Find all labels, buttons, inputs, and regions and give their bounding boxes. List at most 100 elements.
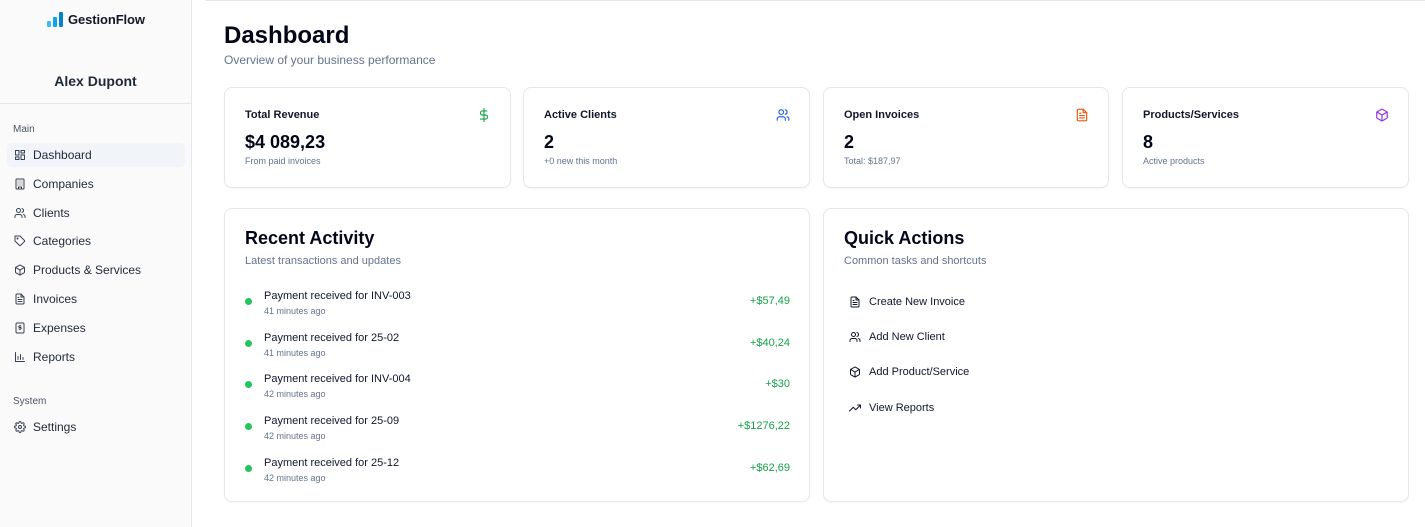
recent-activity-panel: Recent Activity Latest transactions and …: [224, 208, 810, 502]
list-item: Payment received for INV-004 42 minutes …: [245, 372, 790, 414]
sidebar: GestionFlow Alex Dupont Main Dashboard C…: [0, 0, 192, 527]
activity-list: Payment received for INV-003 41 minutes …: [245, 289, 790, 497]
activity-amount: +$40,24: [749, 336, 790, 349]
activity-amount: +$57,49: [749, 295, 790, 307]
page-subtitle: Overview of your business performance: [224, 53, 436, 67]
receipt-icon: [15, 322, 25, 334]
stat-note: +0 new this month: [544, 156, 618, 166]
trending-up-icon: [849, 404, 861, 412]
system-nav: Settings: [7, 415, 185, 444]
sidebar-item-label: Invoices: [33, 291, 78, 306]
status-dot-icon: [245, 464, 252, 472]
stat-card-clients: Active Clients 2 +0 new this month: [523, 87, 810, 188]
activity-time: 41 minutes ago: [264, 347, 326, 358]
add-product-button[interactable]: Add Product/Service: [849, 363, 969, 382]
sidebar-item-settings[interactable]: Settings: [7, 415, 185, 439]
section-label-system: System: [13, 396, 47, 407]
sidebar-item-label: Clients: [33, 205, 70, 220]
sidebar-item-clients[interactable]: Clients: [7, 201, 185, 225]
action-label: View Reports: [869, 401, 935, 414]
stat-card-products: Products/Services 8 Active products: [1122, 87, 1409, 188]
action-label: Create New Invoice: [869, 295, 965, 308]
main-nav: Dashboard Companies Clients Categories P…: [7, 143, 185, 373]
sidebar-item-companies[interactable]: Companies: [7, 172, 185, 196]
panel-subtitle: Common tasks and shortcuts: [844, 255, 987, 267]
file-icon: [1075, 108, 1089, 122]
top-divider: [205, 0, 1425, 1]
sidebar-item-products[interactable]: Products & Services: [7, 258, 185, 282]
sidebar-item-dashboard[interactable]: Dashboard: [7, 143, 185, 167]
building-icon: [15, 178, 25, 190]
tag-icon: [14, 235, 26, 247]
app-name: GestionFlow: [68, 11, 145, 27]
file-icon: [15, 293, 25, 305]
stat-title: Active Clients: [544, 109, 617, 121]
activity-time: 41 minutes ago: [264, 306, 326, 316]
activity-time: 42 minutes ago: [264, 431, 326, 442]
stat-value: $4 089,23: [245, 132, 326, 152]
panel-title: Quick Actions: [844, 228, 965, 248]
sidebar-item-categories[interactable]: Categories: [7, 229, 185, 253]
status-dot-icon: [245, 381, 252, 389]
package-icon: [15, 264, 25, 276]
create-invoice-button[interactable]: Create New Invoice: [849, 292, 969, 311]
list-item: Payment received for INV-003 41 minutes …: [245, 289, 790, 331]
sidebar-item-invoices[interactable]: Invoices: [7, 287, 185, 311]
user-name: Alex Dupont: [54, 73, 137, 89]
panel-subtitle: Latest transactions and updates: [245, 255, 401, 267]
sidebar-divider: [0, 103, 191, 104]
quick-actions-panel: Quick Actions Common tasks and shortcuts…: [823, 208, 1409, 502]
stat-title: Total Revenue: [245, 109, 320, 121]
status-dot-icon: [245, 339, 252, 347]
view-reports-button[interactable]: View Reports: [849, 398, 969, 417]
list-item: Payment received for 25-12 42 minutes ag…: [245, 456, 790, 498]
section-label-main: Main: [13, 124, 35, 135]
dollar-icon: [477, 108, 491, 122]
stat-value: 2: [844, 132, 855, 152]
sidebar-item-expenses[interactable]: Expenses: [7, 316, 185, 340]
stat-card-invoices: Open Invoices 2 Total: $187,97: [823, 87, 1109, 188]
stat-card-revenue: Total Revenue $4 089,23 From paid invoic…: [224, 87, 511, 188]
action-label: Add New Client: [869, 330, 945, 343]
sidebar-item-label: Dashboard: [33, 148, 92, 162]
activity-title: Payment received for INV-003: [264, 290, 411, 302]
file-icon: [850, 296, 860, 307]
activity-amount: +$62,69: [749, 461, 790, 474]
page-title: Dashboard: [224, 22, 350, 49]
activity-title: Payment received for 25-09: [264, 415, 400, 428]
stat-title: Open Invoices: [844, 109, 920, 121]
package-icon: [850, 366, 860, 378]
activity-amount: +$1276,22: [737, 420, 790, 433]
dashboard-icon: [15, 150, 25, 160]
list-item: Payment received for 25-09 42 minutes ag…: [245, 414, 790, 456]
status-dot-icon: [245, 423, 252, 431]
action-label: Add Product/Service: [869, 366, 970, 379]
add-client-button[interactable]: Add New Client: [849, 327, 969, 346]
stat-value: 8: [1143, 132, 1154, 152]
logo-icon: [47, 11, 63, 27]
activity-time: 42 minutes ago: [264, 472, 326, 483]
bar-chart-icon: [15, 351, 25, 362]
sidebar-item-label: Companies: [33, 176, 94, 191]
sidebar-item-label: Reports: [33, 349, 76, 364]
users-icon: [14, 207, 26, 218]
sidebar-item-label: Expenses: [33, 320, 86, 335]
list-item: Payment received for 25-02 41 minutes ag…: [245, 331, 790, 373]
status-dot-icon: [245, 298, 252, 305]
stat-note: From paid invoices: [245, 156, 321, 166]
quick-actions-list: Create New Invoice Add New Client Add Pr…: [849, 292, 969, 434]
activity-amount: +$30: [765, 378, 790, 391]
activity-time: 42 minutes ago: [264, 389, 326, 400]
users-icon: [776, 108, 790, 122]
sidebar-item-label: Products & Services: [33, 263, 142, 278]
activity-title: Payment received for 25-12: [264, 456, 400, 469]
app-logo[interactable]: GestionFlow: [47, 11, 145, 27]
package-icon: [1375, 108, 1389, 122]
users-icon: [849, 331, 861, 342]
stat-note: Total: $187,97: [844, 156, 901, 166]
sidebar-item-label: Categories: [33, 234, 92, 249]
activity-title: Payment received for 25-02: [264, 331, 400, 344]
sidebar-item-reports[interactable]: Reports: [7, 345, 185, 369]
panel-title: Recent Activity: [245, 228, 375, 248]
stat-value: 2: [544, 132, 555, 152]
